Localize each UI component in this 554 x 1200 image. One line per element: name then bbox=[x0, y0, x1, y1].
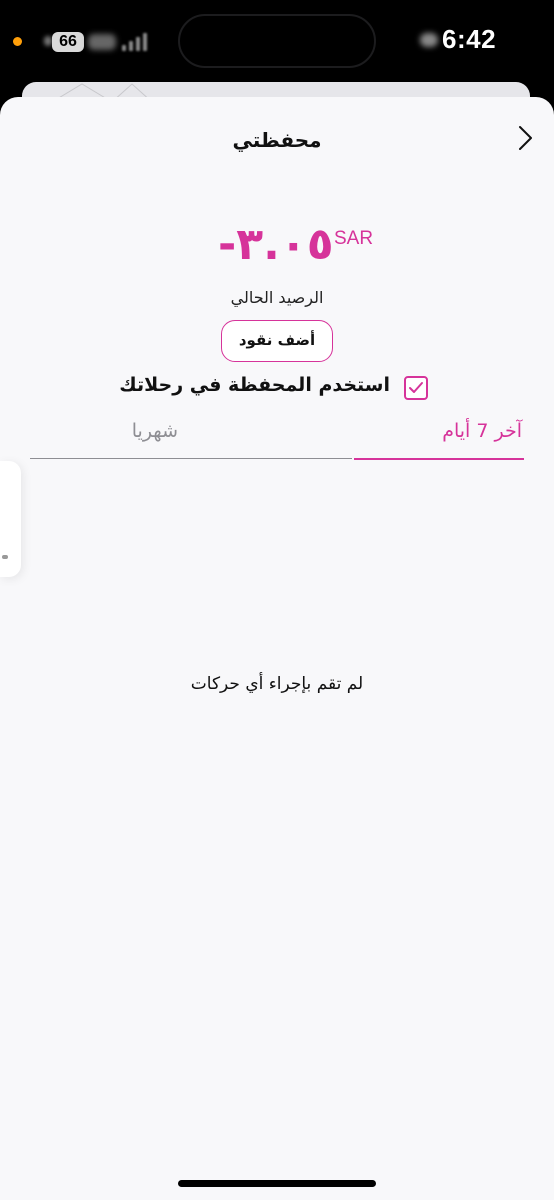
checkmark-icon bbox=[409, 382, 423, 393]
phone-screen: 66 6:42 محفظتي -٣.٠٥ SAR الرصيد الحالي أ… bbox=[0, 0, 554, 1200]
dynamic-island bbox=[178, 14, 376, 68]
tab-monthly[interactable]: شهريا bbox=[30, 414, 352, 459]
tab-monthly-label: شهريا bbox=[131, 420, 178, 442]
use-wallet-row[interactable]: استخدم المحفظة في رحلاتك bbox=[119, 372, 430, 406]
add-cash-button[interactable]: أضف نقود bbox=[221, 320, 333, 362]
use-wallet-label: استخدم المحفظة في رحلاتك bbox=[119, 374, 390, 396]
balance-amount: -٣.٠٥ bbox=[218, 219, 334, 270]
balance-display: -٣.٠٥ SAR bbox=[0, 214, 554, 274]
period-tabs: آخر 7 أيام شهريا bbox=[30, 414, 524, 460]
home-indicator bbox=[178, 1180, 376, 1187]
blurred-carrier-name bbox=[88, 34, 116, 50]
back-button[interactable] bbox=[512, 124, 538, 152]
signal-bars-icon bbox=[122, 33, 152, 51]
tab-last-7-days-label: آخر 7 أيام bbox=[442, 420, 522, 442]
page-title: محفظتي bbox=[232, 128, 322, 152]
privacy-indicator-dot bbox=[13, 37, 22, 46]
carrier-badge: 66 bbox=[52, 32, 84, 52]
tab-last-7-days[interactable]: آخر 7 أيام bbox=[354, 414, 524, 460]
location-icon bbox=[420, 33, 438, 47]
status-time: 6:42 bbox=[442, 24, 497, 54]
chevron-right-icon bbox=[519, 126, 532, 150]
side-panel-mark bbox=[2, 555, 8, 559]
balance-currency: SAR bbox=[334, 228, 374, 249]
balance-label: الرصيد الحالي bbox=[230, 288, 324, 307]
empty-transactions-message: لم تقم بإجراء أي حركات bbox=[190, 674, 364, 694]
use-wallet-checkbox[interactable] bbox=[404, 376, 428, 400]
side-panel-peek[interactable] bbox=[0, 461, 21, 577]
blurred-status-item bbox=[44, 36, 52, 46]
status-bar: 66 6:42 bbox=[0, 0, 554, 84]
